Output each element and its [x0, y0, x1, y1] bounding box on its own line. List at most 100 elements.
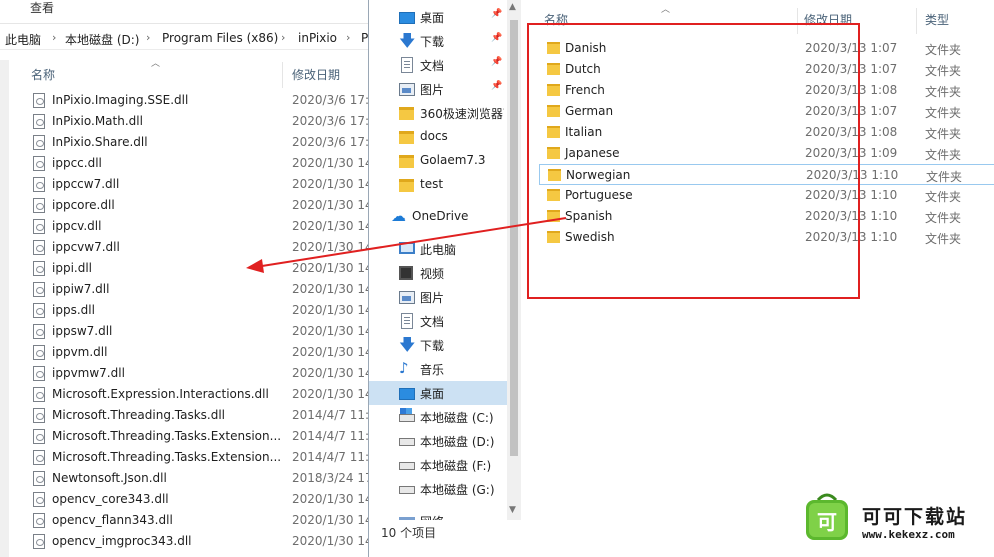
- scroll-up-icon[interactable]: ▲: [509, 2, 516, 12]
- folder-type: 文件夹: [925, 85, 962, 99]
- nav-item[interactable]: 本地磁盘 (F:): [369, 453, 507, 477]
- file-row[interactable]: ippiw7.dll 2020/1/30 14: [0, 279, 370, 300]
- file-row[interactable]: Microsoft.Expression.Interactions.dll 202…: [0, 384, 370, 405]
- nav-item-label: test: [420, 177, 444, 191]
- file-row[interactable]: opencv_flann343.dll 2020/1/30 14: [0, 510, 370, 531]
- nav-item[interactable]: Golaem7.3: [369, 149, 507, 173]
- nav-item[interactable]: ☁ OneDrive: [369, 205, 507, 229]
- nav-item[interactable]: 360极速浏览器下: [369, 101, 507, 125]
- file-row[interactable]: Microsoft.Threading.Tasks.dll 2014/4/7 11…: [0, 405, 370, 426]
- file-modified-date: 2014/4/7 11:: [292, 408, 370, 422]
- file-name: ippcc.dll: [52, 156, 102, 170]
- breadcrumb-inpixio[interactable]: inPixio: [298, 31, 337, 45]
- nav-item[interactable]: 视频: [369, 261, 507, 285]
- file-row[interactable]: ippcv.dll 2020/1/30 14: [0, 216, 370, 237]
- pin-icon: 📌: [491, 57, 503, 67]
- nav-item[interactable]: 图片 📌: [369, 77, 507, 101]
- breadcrumb-separator-icon: ›: [346, 31, 351, 44]
- file-modified-date: 2020/1/30 14: [292, 513, 370, 527]
- nav-item-label: 图片: [420, 83, 445, 97]
- pin-icon: 📌: [491, 33, 503, 43]
- nav-item-label: 360极速浏览器下: [420, 107, 504, 121]
- file-row[interactable]: ippcvw7.dll 2020/1/30 14: [0, 237, 370, 258]
- nav-item[interactable]: 桌面: [369, 381, 507, 405]
- nav-item[interactable]: 本地磁盘 (C:): [369, 405, 507, 429]
- nav-item[interactable]: test: [369, 173, 507, 197]
- column-divider[interactable]: [916, 8, 917, 34]
- file-modified-date: 2020/1/30 14: [292, 366, 370, 380]
- drive-icon: [399, 486, 415, 494]
- breadcrumb-program-files[interactable]: Program Files (x86): [162, 31, 278, 45]
- breadcrumb-this-pc[interactable]: 此电脑: [5, 31, 41, 48]
- file-row[interactable]: InPixio.Math.dll 2020/3/6 17:: [0, 111, 370, 132]
- svg-text:可: 可: [817, 510, 837, 534]
- picture-icon: [399, 83, 415, 96]
- column-divider[interactable]: [282, 62, 283, 88]
- dll-file-icon: [33, 324, 45, 339]
- nav-item[interactable]: 图片: [369, 285, 507, 309]
- file-row[interactable]: InPixio.Imaging.SSE.dll 2020/3/6 17:: [0, 90, 370, 111]
- folder-icon: [399, 179, 414, 192]
- file-row[interactable]: opencv_core343.dll 2020/1/30 14: [0, 489, 370, 510]
- file-row[interactable]: opencv_imgproc343.dll 2020/1/30 14: [0, 531, 370, 552]
- nav-item-label: docs: [420, 129, 448, 143]
- file-row[interactable]: ippvmw7.dll 2020/1/30 14: [0, 363, 370, 384]
- file-row[interactable]: InPixio.Share.dll 2020/3/6 17:: [0, 132, 370, 153]
- file-row[interactable]: ippcore.dll 2020/1/30 14: [0, 195, 370, 216]
- file-name: ippsw7.dll: [52, 324, 113, 338]
- nav-item[interactable]: 此电脑: [369, 237, 507, 261]
- sort-up-icon: ︿: [661, 5, 671, 15]
- file-row[interactable]: ippi.dll 2020/1/30 14: [0, 258, 370, 279]
- file-row[interactable]: Newtonsoft.Json.dll 2018/3/24 17: [0, 468, 370, 489]
- scrollbar-thumb[interactable]: [510, 20, 518, 456]
- file-modified-date: 2020/1/30 14: [292, 177, 370, 191]
- folder-type: 文件夹: [925, 148, 962, 162]
- this-pc-icon: [399, 242, 415, 254]
- nav-item-label: 此电脑: [420, 243, 457, 257]
- breadcrumb-drive-d[interactable]: 本地磁盘 (D:): [65, 31, 139, 48]
- nav-item-label: OneDrive: [412, 209, 469, 223]
- dll-file-icon: [33, 534, 45, 549]
- music-icon: ♪: [399, 359, 409, 377]
- file-row[interactable]: Microsoft.Threading.Tasks.Extension... 20…: [0, 447, 370, 468]
- ribbon-tab-view[interactable]: 查看: [30, 0, 54, 17]
- dll-file-icon: [33, 261, 45, 276]
- nav-item[interactable]: docs: [369, 125, 507, 149]
- navigation-pane: 桌面 📌 🡇 下载 📌 文档 📌 图片 📌 360极速浏览器下 docs Golaem7.3 test ☁…: [369, 0, 521, 529]
- file-row[interactable]: ippsw7.dll 2020/1/30 14: [0, 321, 370, 342]
- file-row[interactable]: ippccw7.dll 2020/1/30 14: [0, 174, 370, 195]
- dll-file-icon: [33, 93, 45, 108]
- file-row[interactable]: ippvm.dll 2020/1/30 14: [0, 342, 370, 363]
- nav-item[interactable]: 桌面 📌: [369, 5, 507, 29]
- nav-item[interactable]: 文档: [369, 309, 507, 333]
- dll-file-icon: [33, 240, 45, 255]
- folder-type: 文件夹: [925, 211, 962, 225]
- nav-item-label: 音乐: [420, 363, 445, 377]
- column-header-modified[interactable]: 修改日期: [292, 66, 340, 83]
- column-header-name[interactable]: 名称: [31, 66, 55, 83]
- file-name: ippvm.dll: [52, 345, 108, 359]
- scroll-down-icon[interactable]: ▼: [509, 505, 516, 515]
- file-name: Microsoft.Threading.Tasks.dll: [52, 408, 226, 422]
- folder-type: 文件夹: [926, 170, 963, 184]
- column-header-type[interactable]: 类型: [925, 11, 949, 28]
- document-icon: [401, 313, 413, 329]
- nav-item-label: 图片: [420, 291, 445, 305]
- file-modified-date: 2020/3/6 17:: [292, 93, 370, 107]
- file-row[interactable]: Microsoft.Threading.Tasks.Extension... 20…: [0, 426, 370, 447]
- nav-item[interactable]: 本地磁盘 (G:): [369, 477, 507, 501]
- file-modified-date: 2014/4/7 11:: [292, 450, 370, 464]
- nav-item[interactable]: ♪ 音乐: [369, 357, 507, 381]
- nav-item[interactable]: 🡇 下载 📌: [369, 29, 507, 53]
- nav-item[interactable]: 本地磁盘 (D:): [369, 429, 507, 453]
- nav-item[interactable]: 🡇 下载: [369, 333, 507, 357]
- dll-file-icon: [33, 282, 45, 297]
- nav-pane-scrollbar[interactable]: ▲ ▼: [507, 0, 521, 520]
- dll-file-icon: [33, 345, 45, 360]
- file-row[interactable]: ipps.dll 2020/1/30 14: [0, 300, 370, 321]
- nav-item-label: 桌面: [420, 387, 445, 401]
- nav-item[interactable]: 文档 📌: [369, 53, 507, 77]
- file-row[interactable]: ippcc.dll 2020/1/30 14: [0, 153, 370, 174]
- folder-icon: [399, 131, 414, 144]
- drive-icon: [399, 462, 415, 470]
